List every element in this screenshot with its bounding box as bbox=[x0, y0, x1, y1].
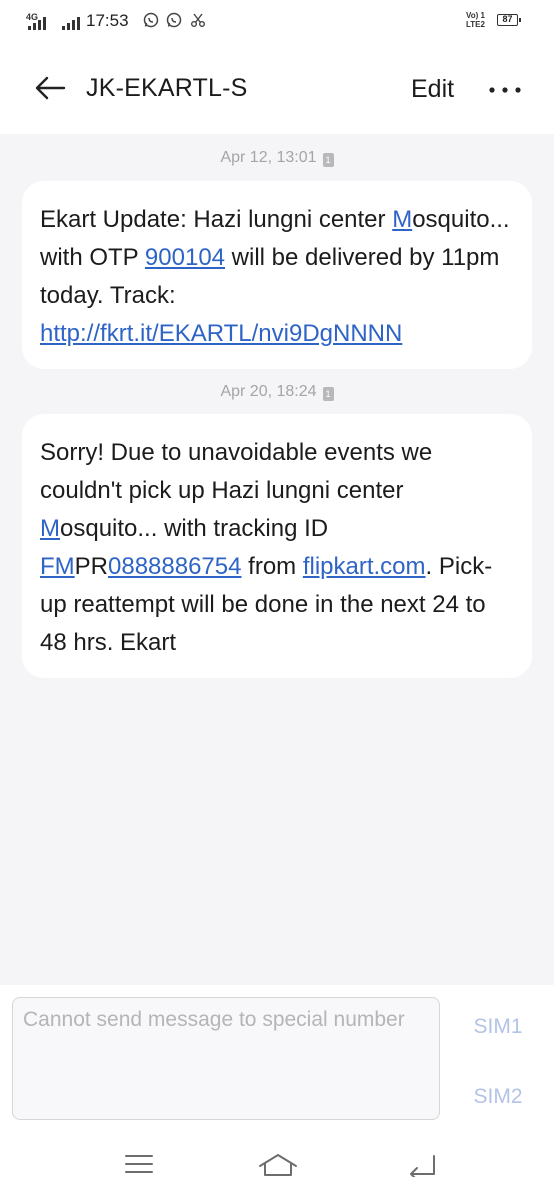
scissors-icon bbox=[191, 13, 205, 27]
back-icon[interactable] bbox=[406, 1153, 438, 1177]
more-dots-icon[interactable] bbox=[488, 86, 522, 94]
inline-link[interactable]: M bbox=[392, 206, 412, 233]
volte-indicator: Vo) 1 LTE2 bbox=[466, 11, 485, 29]
menu-icon[interactable] bbox=[124, 1153, 154, 1175]
navigation-bar bbox=[0, 1135, 554, 1200]
sim1-send-button[interactable]: SIM1 bbox=[462, 1015, 534, 1039]
whatsapp-icon bbox=[166, 12, 182, 28]
sim2-send-button[interactable]: SIM2 bbox=[462, 1085, 534, 1109]
sim-badge: 1 bbox=[322, 153, 334, 167]
signal-icon bbox=[62, 16, 80, 30]
message-bubble[interactable]: Ekart Update: Hazi lungni center Mosquit… bbox=[22, 181, 532, 369]
tracking-number-link[interactable]: 0888886754 bbox=[108, 553, 241, 580]
composer-area: SIM1 SIM2 bbox=[0, 985, 554, 1200]
whatsapp-icon bbox=[143, 12, 159, 28]
otp-link[interactable]: 900104 bbox=[145, 244, 225, 271]
website-link[interactable]: flipkart.com bbox=[303, 553, 426, 580]
message-bubble[interactable]: Sorry! Due to unavoidable events we coul… bbox=[22, 414, 532, 678]
clock: 17:53 bbox=[86, 11, 129, 30]
sim-badge: 1 bbox=[322, 387, 334, 401]
conversation-header: JK-EKARTL-S Edit bbox=[0, 44, 554, 134]
tracking-url-link[interactable]: http://fkrt.it/EKARTL/nvi9DgNNNN bbox=[40, 320, 402, 347]
edit-button[interactable]: Edit bbox=[411, 75, 454, 104]
inline-link[interactable]: M bbox=[40, 515, 60, 542]
message-timestamp: Apr 12, 13:01 1 bbox=[0, 149, 554, 167]
signal-icon bbox=[28, 16, 46, 30]
battery-icon: 87 bbox=[497, 14, 521, 26]
status-bar: 4G 17:53 Vo) 1 LTE2 87 bbox=[0, 0, 554, 44]
home-icon[interactable] bbox=[258, 1153, 298, 1177]
contact-title: JK-EKARTL-S bbox=[86, 74, 248, 102]
message-input[interactable] bbox=[12, 997, 440, 1120]
inline-link[interactable]: FM bbox=[40, 553, 75, 580]
back-arrow-icon[interactable] bbox=[34, 76, 66, 100]
message-timestamp: Apr 20, 18:24 1 bbox=[0, 383, 554, 401]
